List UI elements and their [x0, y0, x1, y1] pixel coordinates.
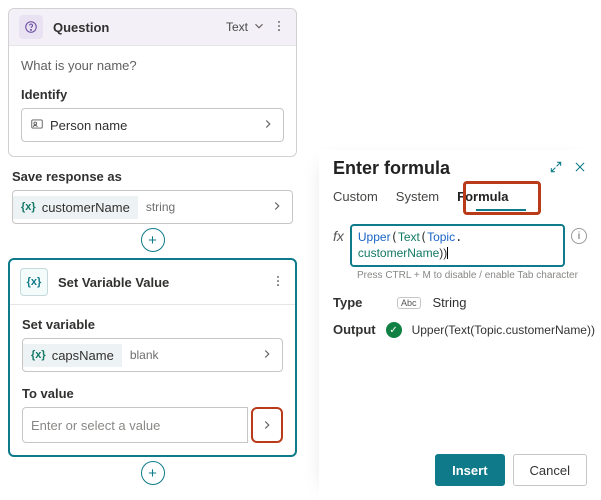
add-node-button[interactable]: +: [141, 228, 165, 252]
formula-input[interactable]: Upper(Text(Topic.customerName)): [350, 224, 565, 267]
save-response-field[interactable]: {x} customerName string: [12, 190, 293, 224]
set-variable-field[interactable]: {x} capsName blank: [22, 338, 283, 372]
variable-chip: {x} capsName: [23, 344, 122, 367]
identify-value: Person name: [50, 118, 127, 133]
identify-field[interactable]: Person name: [21, 108, 284, 142]
question-type-selector[interactable]: Text: [226, 20, 248, 34]
chevron-right-icon: [260, 347, 282, 364]
variable-name: customerName: [42, 200, 130, 215]
add-node-button[interactable]: +: [141, 461, 165, 485]
to-value-picker-button[interactable]: [251, 407, 283, 443]
insert-button[interactable]: Insert: [435, 454, 504, 486]
formula-panel-title: Enter formula: [333, 158, 549, 179]
entity-icon: [30, 117, 44, 134]
info-icon[interactable]: i: [571, 228, 587, 244]
check-icon: ✓: [386, 322, 402, 338]
type-label: Type: [333, 295, 385, 310]
type-row: Type Abc String: [333, 295, 587, 310]
cancel-button[interactable]: Cancel: [513, 454, 587, 486]
output-value: Upper(Text(Topic.customerName)): [412, 322, 595, 338]
variable-chip: {x} customerName: [13, 196, 138, 219]
formula-hint: Press CTRL + M to disable / enable Tab c…: [357, 270, 587, 281]
tab-formula[interactable]: Formula: [457, 189, 508, 210]
set-variable-label: Set variable: [22, 317, 283, 332]
tab-underline: [476, 209, 526, 211]
output-label: Output: [333, 322, 376, 337]
variable-icon: {x}: [21, 201, 36, 213]
more-icon[interactable]: [272, 19, 286, 36]
type-badge-icon: Abc: [397, 297, 421, 309]
expand-icon[interactable]: [549, 160, 563, 177]
fx-label: fx: [333, 224, 344, 244]
tab-custom[interactable]: Custom: [333, 189, 378, 210]
close-icon[interactable]: [573, 160, 587, 177]
set-variable-title: Set Variable Value: [58, 275, 265, 290]
to-value-input[interactable]: Enter or select a value: [22, 407, 248, 443]
more-icon[interactable]: [271, 274, 285, 291]
chevron-right-icon: [270, 199, 292, 216]
question-card: Question Text What is your name? Identif…: [8, 8, 297, 157]
to-value-placeholder: Enter or select a value: [31, 418, 160, 433]
question-icon: [19, 15, 43, 39]
output-row: Output ✓ Upper(Text(Topic.customerName)): [333, 322, 587, 338]
question-title: Question: [53, 20, 226, 35]
set-variable-header: {x} Set Variable Value: [10, 260, 295, 305]
save-response-label: Save response as: [12, 169, 293, 184]
question-prompt: What is your name?: [21, 58, 284, 73]
type-value: String: [433, 295, 467, 310]
variable-name: capsName: [52, 348, 114, 363]
variable-type: blank: [122, 344, 167, 366]
variable-icon: {x}: [31, 349, 46, 361]
variable-type: string: [138, 196, 183, 218]
set-variable-card: {x} Set Variable Value Set variable {x} …: [8, 258, 297, 457]
formula-tabs: Custom System Formula: [333, 189, 587, 210]
question-card-header: Question Text: [9, 9, 296, 46]
to-value-label: To value: [22, 386, 283, 401]
chevron-down-icon[interactable]: [252, 19, 266, 36]
tab-system[interactable]: System: [396, 189, 439, 210]
formula-panel: Enter formula Custom System Formula fx U…: [319, 150, 601, 500]
identify-label: Identify: [21, 87, 284, 102]
set-variable-icon: {x}: [20, 268, 48, 296]
chevron-right-icon: [261, 117, 275, 134]
